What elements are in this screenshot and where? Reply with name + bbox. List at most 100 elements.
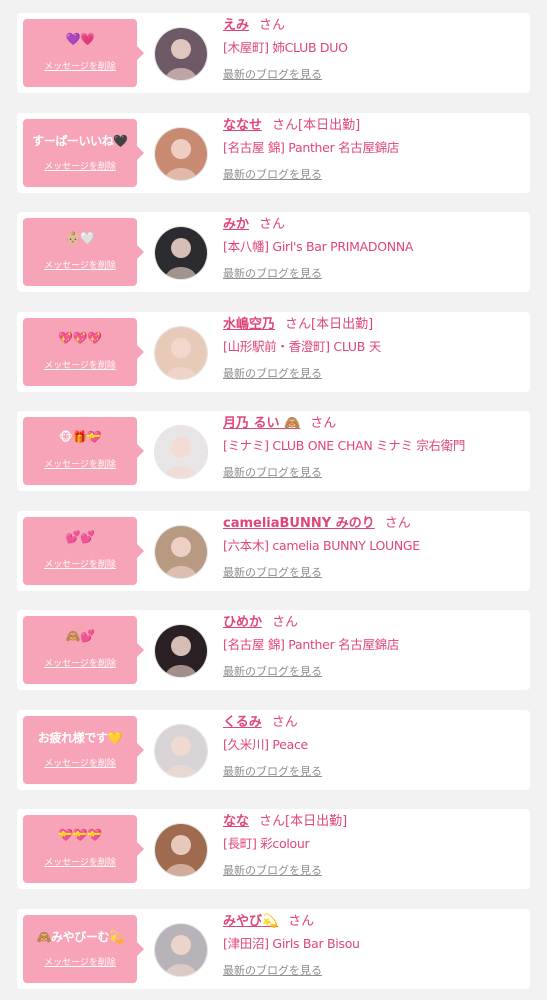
san-suffix: さん (285, 317, 312, 332)
san-suffix: さん (384, 516, 411, 531)
avatar-photo-icon (155, 426, 207, 478)
message-text: 👶🏼🤍 (65, 231, 95, 245)
message-card: 🐵🎁💝 メッセージを削除 月乃 るい 🙈 さん [ミナミ] CLUB ONE CH… (17, 411, 530, 491)
work-today-badge: [本日出勤] (298, 118, 361, 133)
message-text: すーぱーいいね🖤 (32, 134, 128, 148)
latest-blog-link[interactable]: 最新のブログを見る (223, 564, 322, 582)
avatar-photo-icon (155, 625, 207, 677)
latest-blog-link[interactable]: 最新のブログを見る (223, 166, 322, 184)
message-bubble: 🙈💕 メッセージを削除 (23, 616, 144, 684)
delete-message-link[interactable]: メッセージを削除 (23, 557, 137, 570)
cast-name-link[interactable]: くるみ (223, 715, 262, 730)
cast-name-link[interactable]: ななせ (223, 118, 262, 133)
latest-blog-link[interactable]: 最新のブログを見る (223, 862, 322, 880)
message-text: 🙈💕 (65, 629, 95, 643)
cast-avatar[interactable] (154, 326, 208, 380)
message-bubble: 💕💕 メッセージを削除 (23, 517, 144, 585)
san-suffix: さん (259, 814, 286, 829)
cast-avatar[interactable] (154, 724, 208, 778)
san-suffix: さん (288, 914, 315, 929)
message-card: 💖💖💖 メッセージを削除 水嶋空乃 さん[本日出勤] [山形駅前・香澄町] CLU… (17, 312, 530, 392)
avatar-photo-icon (155, 924, 207, 976)
cast-avatar[interactable] (154, 823, 208, 877)
work-today-badge: [本日出勤] (285, 814, 348, 829)
delete-message-link[interactable]: メッセージを削除 (23, 756, 137, 769)
cast-avatar[interactable] (154, 127, 208, 181)
message-text: 💝💝💝 (58, 828, 102, 842)
cast-name-link[interactable]: みか (223, 217, 249, 232)
shop-name: [六本木] camelia BUNNY LOUNGE (223, 538, 420, 553)
message-bubble: 🐵🎁💝 メッセージを削除 (23, 417, 144, 485)
message-text: お疲れ様です💛 (37, 731, 123, 745)
message-bubble: 🙈みやびーむ💫 メッセージを削除 (23, 915, 144, 983)
delete-message-link[interactable]: メッセージを削除 (23, 656, 137, 669)
shop-name: [木屋町] 姉CLUB DUO (223, 40, 348, 55)
delete-message-link[interactable]: メッセージを削除 (23, 358, 137, 371)
cast-avatar[interactable] (154, 425, 208, 479)
message-card: 🙈みやびーむ💫 メッセージを削除 みやび💫 さん [津田沼] Girls Bar … (17, 909, 530, 989)
cast-name-link[interactable]: 水嶋空乃 (223, 317, 275, 332)
delete-message-link[interactable]: メッセージを削除 (23, 258, 137, 271)
message-text: 💕💕 (65, 530, 95, 544)
message-text: 🙈みやびーむ💫 (36, 930, 124, 944)
avatar-photo-icon (155, 28, 207, 80)
latest-blog-link[interactable]: 最新のブログを見る (223, 365, 322, 383)
message-bubble: お疲れ様です💛 メッセージを削除 (23, 716, 144, 784)
cast-name-link[interactable]: なな (223, 814, 249, 829)
cast-name-link[interactable]: 月乃 るい 🙈 (223, 416, 300, 431)
cast-name-link[interactable]: みやび💫 (223, 914, 278, 929)
message-card: すーぱーいいね🖤 メッセージを削除 ななせ さん[本日出勤] [名古屋 錦] Pa… (17, 113, 530, 193)
latest-blog-link[interactable]: 最新のブログを見る (223, 464, 322, 482)
latest-blog-link[interactable]: 最新のブログを見る (223, 962, 322, 980)
cast-avatar[interactable] (154, 624, 208, 678)
message-text: 💜💗 (65, 32, 95, 46)
message-card: 💕💕 メッセージを削除 cameliaBUNNY みのり さん [六本木] cam… (17, 511, 530, 591)
latest-blog-link[interactable]: 最新のブログを見る (223, 265, 322, 283)
message-bubble: 👶🏼🤍 メッセージを削除 (23, 218, 144, 286)
message-bubble: すーぱーいいね🖤 メッセージを削除 (23, 119, 144, 187)
message-card: 🙈💕 メッセージを削除 ひめか さん [名古屋 錦] Panther 名古屋錦店 … (17, 610, 530, 690)
message-bubble: 💝💝💝 メッセージを削除 (23, 815, 144, 883)
latest-blog-link[interactable]: 最新のブログを見る (223, 66, 322, 84)
avatar-photo-icon (155, 128, 207, 180)
cast-avatar[interactable] (154, 923, 208, 977)
cast-name-link[interactable]: ひめか (223, 615, 262, 630)
shop-name: [名古屋 錦] Panther 名古屋錦店 (223, 140, 400, 155)
delete-message-link[interactable]: メッセージを削除 (23, 955, 137, 968)
message-list: 💜💗 メッセージを削除 えみ さん [木屋町] 姉CLUB DUO 最新のブログを… (0, 0, 547, 1000)
delete-message-link[interactable]: メッセージを削除 (23, 457, 137, 470)
avatar-photo-icon (155, 526, 207, 578)
shop-name: [名古屋 錦] Panther 名古屋錦店 (223, 637, 400, 652)
shop-name: [山形駅前・香澄町] CLUB 天 (223, 339, 381, 354)
latest-blog-link[interactable]: 最新のブログを見る (223, 663, 322, 681)
message-bubble: 💖💖💖 メッセージを削除 (23, 318, 144, 386)
cast-avatar[interactable] (154, 27, 208, 81)
shop-name: [本八幡] Girl's Bar PRIMADONNA (223, 239, 414, 254)
cast-name-link[interactable]: えみ (223, 18, 249, 33)
message-card: 💝💝💝 メッセージを削除 なな さん[本日出勤] [長町] 彩colour 最新の… (17, 809, 530, 889)
delete-message-link[interactable]: メッセージを削除 (23, 855, 137, 868)
shop-name: [津田沼] Girls Bar Bisou (223, 936, 360, 951)
cast-avatar[interactable] (154, 226, 208, 280)
san-suffix: さん (272, 118, 299, 133)
cast-avatar[interactable] (154, 525, 208, 579)
avatar-photo-icon (155, 227, 207, 279)
avatar-photo-icon (155, 824, 207, 876)
san-suffix: さん (310, 416, 337, 431)
delete-message-link[interactable]: メッセージを削除 (23, 159, 137, 172)
latest-blog-link[interactable]: 最新のブログを見る (223, 763, 322, 781)
san-suffix: さん (271, 715, 298, 730)
avatar-photo-icon (155, 327, 207, 379)
shop-name: [長町] 彩colour (223, 836, 310, 851)
message-text: 🐵🎁💝 (58, 430, 102, 444)
work-today-badge: [本日出勤] (311, 317, 374, 332)
delete-message-link[interactable]: メッセージを削除 (23, 59, 137, 72)
avatar-photo-icon (155, 725, 207, 777)
message-bubble: 💜💗 メッセージを削除 (23, 19, 144, 87)
message-card: 👶🏼🤍 メッセージを削除 みか さん [本八幡] Girl's Bar PRIMA… (17, 212, 530, 292)
message-text: 💖💖💖 (58, 331, 102, 345)
cast-name-link[interactable]: cameliaBUNNY みのり (223, 516, 375, 531)
san-suffix: さん (259, 18, 286, 33)
san-suffix: さん (259, 217, 286, 232)
shop-name: [久米川] Peace (223, 737, 308, 752)
